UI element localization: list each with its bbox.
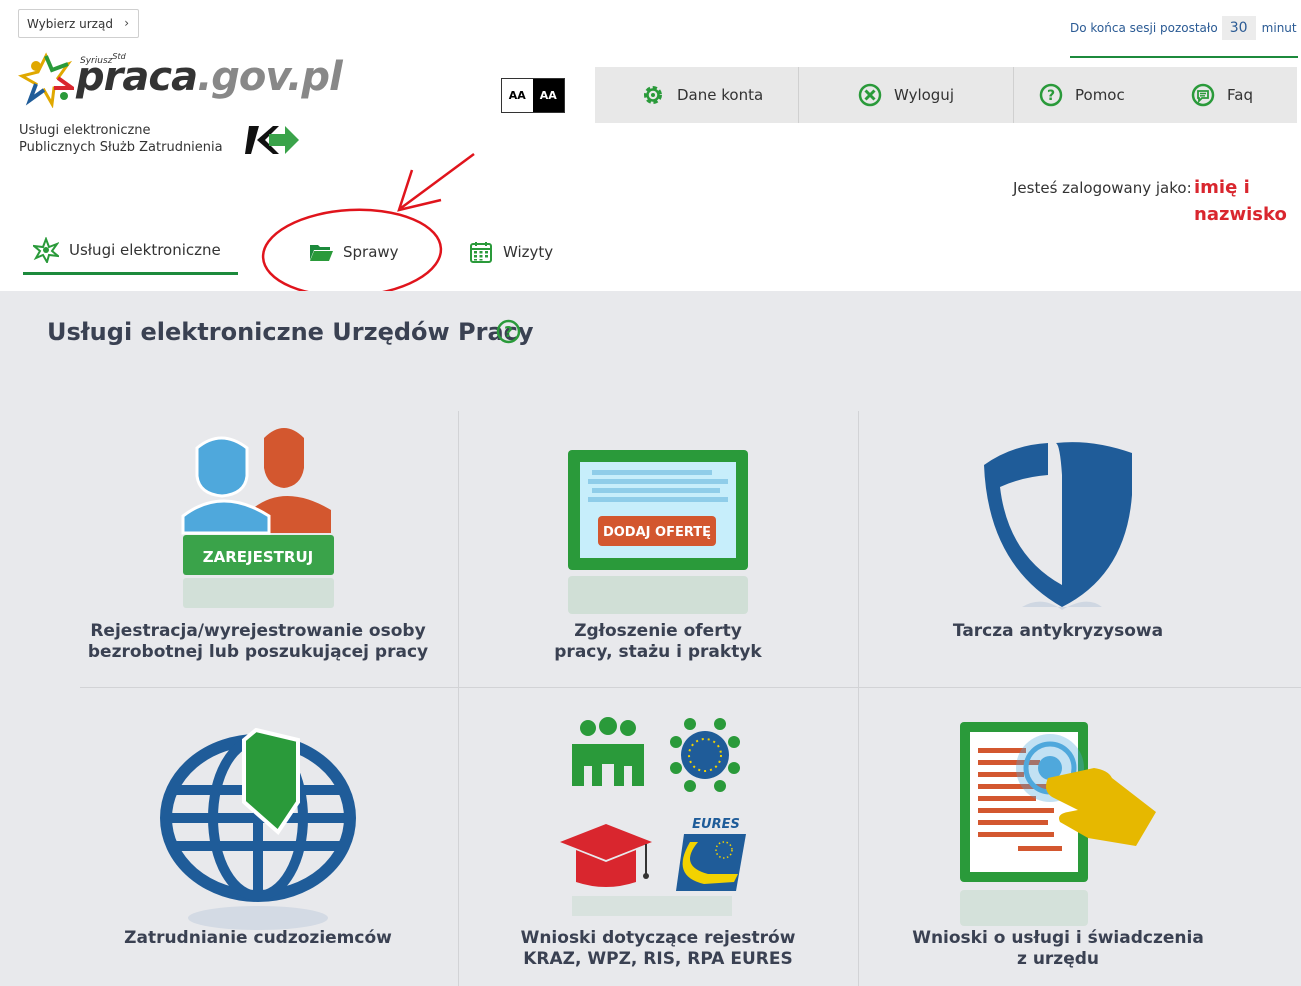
tile-label-line: pracy, stażu i praktyk xyxy=(554,642,762,662)
session-prefix: Do końca sesji pozostało xyxy=(1070,21,1218,35)
tile-label-line: Zgłoszenie oferty xyxy=(574,621,742,641)
register-button-text: ZAREJESTRUJ xyxy=(203,548,313,566)
tab-visits[interactable]: Wizyty xyxy=(469,228,553,275)
tile-job-offer[interactable]: DODAJ OFERTĘ Zgłoszenie oferty pracy, st… xyxy=(458,411,858,687)
session-minutes: 30 xyxy=(1221,16,1256,40)
sub-logo-line2: Publicznych Służb Zatrudnienia xyxy=(19,140,223,155)
session-divider xyxy=(1070,56,1298,58)
document-touch-icon xyxy=(960,722,1156,926)
tab-visits-label: Wizyty xyxy=(503,242,554,261)
tile-shield-label: Tarcza antykryzysowa xyxy=(858,621,1258,642)
contrast-high-button[interactable]: AA xyxy=(532,79,564,112)
session-timer: Do końca sesji pozostało 30 minut xyxy=(1070,16,1301,40)
user-name-line1: imię i xyxy=(1194,177,1250,198)
tab-e-services-label: Usługi elektroniczne xyxy=(69,241,221,259)
registers-icon: EURES xyxy=(560,717,746,916)
tile-label-line: Wnioski o usługi i świadczenia xyxy=(912,928,1204,948)
tile-label-line: z urzędu xyxy=(1017,949,1099,969)
tile-foreigners-label: Zatrudnianie cudzoziemców xyxy=(58,928,458,949)
eures-badge-text: EURES xyxy=(692,817,740,832)
user-name-line2: nazwisko xyxy=(1194,204,1287,225)
close-circle-icon xyxy=(858,83,882,107)
session-unit: minut xyxy=(1261,21,1297,35)
tile-label-line: KRAZ, WPZ, RIS, RPA EURES xyxy=(523,949,793,969)
register-people-icon: ZAREJESTRUJ xyxy=(181,428,334,608)
tile-registers[interactable]: EURES Wnioski dotyczące rejestrów KRAZ, … xyxy=(458,688,858,986)
logo-star-icon xyxy=(18,52,74,108)
tab-cases[interactable]: Sprawy xyxy=(309,228,399,275)
nav-account-label: Dane konta xyxy=(677,86,764,104)
nav-divider xyxy=(798,67,799,123)
svg-text:?: ? xyxy=(1047,88,1055,104)
sub-logo-line1: Usługi elektroniczne xyxy=(19,123,151,138)
tile-foreigners[interactable]: Zatrudnianie cudzoziemców xyxy=(58,688,458,986)
psz-logo-icon xyxy=(245,126,299,154)
tile-label-line: Tarcza antykryzysowa xyxy=(952,621,1164,641)
page-title: Usługi elektroniczne Urzędów Pracy xyxy=(47,318,534,346)
contrast-normal-button[interactable]: AA xyxy=(502,79,533,112)
annotation-ellipse-arrow-icon xyxy=(261,152,475,298)
top-nav: Dane konta Wyloguj ? Pomoc Faq xyxy=(595,67,1297,123)
calendar-icon xyxy=(470,241,492,263)
tile-registration[interactable]: ZAREJESTRUJ Rejestracja/wyrejestrowanie … xyxy=(58,411,458,687)
add-offer-button-text: DODAJ OFERTĘ xyxy=(603,525,711,540)
contrast-switch: AA AA xyxy=(501,78,565,113)
tile-label-line: Wnioski dotyczące rejestrów xyxy=(520,928,796,948)
user-name: imię i nazwisko xyxy=(1194,174,1287,228)
logo-wordmark: praca.gov.pl xyxy=(76,54,343,100)
nav-logout[interactable]: Wyloguj xyxy=(858,67,954,123)
tile-registration-label: Rejestracja/wyrejestrowanie osoby bezrob… xyxy=(58,621,458,663)
tile-label-line: Zatrudnianie cudzoziemców xyxy=(124,928,392,948)
help-icon: ? xyxy=(1039,83,1063,107)
nav-logout-label: Wyloguj xyxy=(894,86,954,104)
shield-icon xyxy=(984,442,1132,610)
choose-office-label: Wybierz urząd xyxy=(27,16,113,31)
header: Wybierz urząd › SyriuszStd praca.gov.pl … xyxy=(0,0,1301,298)
tile-services-requests[interactable]: Wnioski o usługi i świadczenia z urzędu xyxy=(858,688,1258,986)
tile-job-offer-label: Zgłoszenie oferty pracy, stażu i praktyk xyxy=(458,621,858,663)
nav-help-label: Pomoc xyxy=(1075,86,1125,104)
tile-shield[interactable]: Tarcza antykryzysowa xyxy=(858,411,1258,687)
tile-label-line: bezrobotnej lub poszukującej pracy xyxy=(87,642,429,662)
gear-icon xyxy=(644,86,662,104)
chevron-right-icon: › xyxy=(124,16,129,30)
tab-e-services[interactable]: Usługi elektroniczne xyxy=(23,228,238,275)
star-icon xyxy=(33,237,59,263)
choose-office-button[interactable]: Wybierz urząd › xyxy=(18,9,139,38)
tab-cases-label: Sprawy xyxy=(343,242,399,261)
main-content: Usługi elektroniczne Urzędów Pracy ? ZAR… xyxy=(0,291,1301,986)
tile-services-requests-label: Wnioski o usługi i świadczenia z urzędu xyxy=(858,928,1258,970)
chat-icon xyxy=(1191,83,1215,107)
sub-logo: Usługi elektroniczne Publicznych Służb Z… xyxy=(19,122,223,156)
job-offer-icon: DODAJ OFERTĘ xyxy=(568,450,748,614)
svg-text:?: ? xyxy=(504,323,513,341)
folder-icon xyxy=(310,244,333,261)
nav-faq[interactable]: Faq xyxy=(1191,67,1253,123)
nav-help[interactable]: ? Pomoc xyxy=(1039,67,1125,123)
tile-label-line: Rejestracja/wyrejestrowanie osoby xyxy=(90,621,426,641)
logo[interactable]: SyriuszStd praca.gov.pl xyxy=(18,48,343,110)
nav-divider xyxy=(1013,67,1014,123)
nav-account[interactable]: Dane konta xyxy=(641,67,763,123)
tile-registers-label: Wnioski dotyczące rejestrów KRAZ, WPZ, R… xyxy=(458,928,858,970)
nav-faq-label: Faq xyxy=(1227,86,1253,104)
logged-as-label: Jesteś zalogowany jako: xyxy=(1013,179,1192,197)
help-icon[interactable]: ? xyxy=(496,319,521,344)
globe-icon xyxy=(160,728,356,930)
